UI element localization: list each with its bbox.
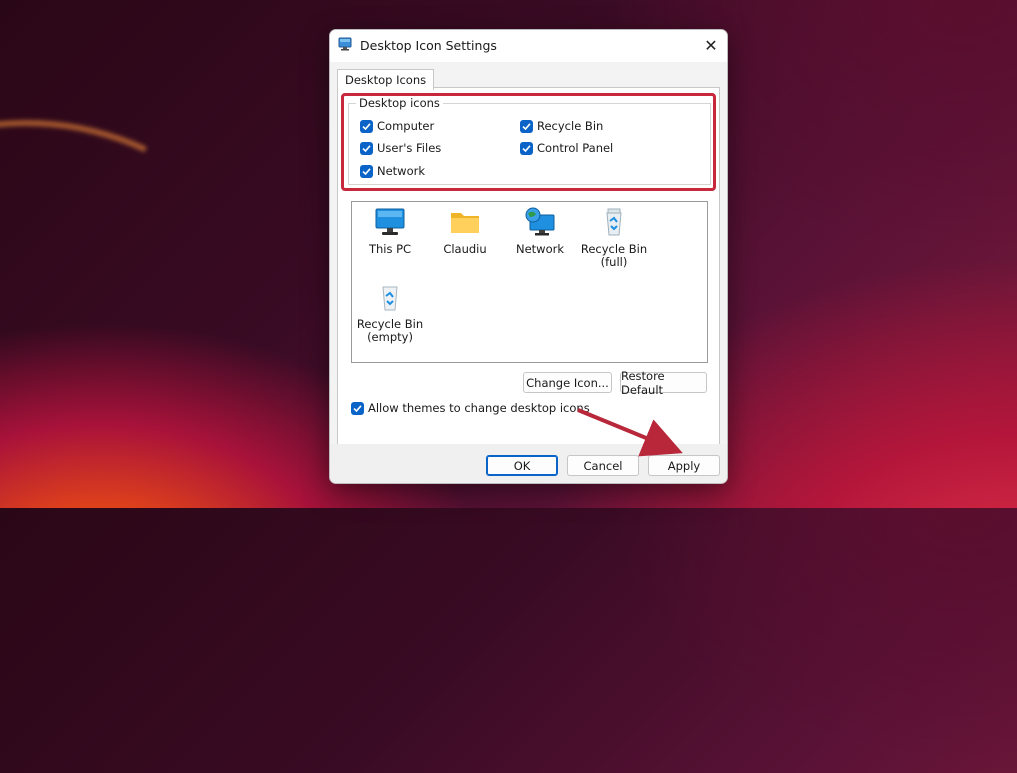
checkbox-label: Network	[377, 164, 426, 178]
icon-list-view[interactable]: This PC Claudiu Network Recycle Bin (ful…	[351, 201, 708, 363]
checkbox-checked-icon	[360, 164, 373, 178]
checkbox-network[interactable]: Network	[360, 164, 425, 178]
close-icon: ✕	[704, 35, 718, 55]
change-icon-button[interactable]: Change Icon...	[523, 372, 612, 393]
checkbox-checked-icon	[520, 141, 533, 155]
checkbox-computer[interactable]: Computer	[360, 119, 434, 133]
checkbox-label: User's Files	[377, 141, 442, 155]
desktop-settings-icon	[338, 37, 352, 51]
desktop-icon-settings-dialog: Desktop Icon Settings ✕ Desktop Icons De…	[329, 29, 728, 484]
window-title: Desktop Icon Settings	[360, 38, 497, 53]
title-bar[interactable]: Desktop Icon Settings ✕	[330, 30, 727, 62]
checkbox-checked-icon	[360, 119, 373, 133]
tab-panel: Desktop icons Computer Recycle Bin User'…	[337, 87, 720, 446]
tab-desktop-icons[interactable]: Desktop Icons	[337, 69, 435, 90]
cancel-button[interactable]: Cancel	[567, 455, 639, 476]
monitor-icon	[375, 208, 405, 235]
apply-button[interactable]: Apply	[648, 455, 720, 476]
recycle-bin-full-icon	[606, 208, 622, 236]
network-globe-icon	[525, 207, 555, 236]
icon-item-claudiu[interactable]: Claudiu	[428, 207, 502, 256]
checkbox-users-files[interactable]: User's Files	[360, 141, 441, 155]
group-legend: Desktop icons	[356, 96, 443, 110]
checkbox-recycle-bin[interactable]: Recycle Bin	[520, 119, 603, 133]
icon-item-recycle-bin-empty[interactable]: Recycle Bin (empty)	[353, 282, 427, 344]
icon-item-recycle-bin-full[interactable]: Recycle Bin (full)	[577, 207, 651, 269]
checkbox-allow-themes[interactable]: Allow themes to change desktop icons	[351, 401, 590, 415]
desktop-icons-group: Desktop icons Computer Recycle Bin User'…	[348, 96, 711, 185]
checkbox-checked-icon	[360, 141, 373, 155]
tab-strip: Desktop Icons	[330, 62, 727, 90]
folder-icon	[451, 213, 479, 233]
recycle-bin-empty-icon	[382, 286, 398, 311]
icon-label: Claudiu	[443, 242, 487, 256]
checkbox-label: Recycle Bin	[537, 119, 604, 133]
dialog-footer: OK Cancel Apply	[330, 444, 727, 483]
icon-item-network[interactable]: Network	[503, 207, 577, 256]
icon-label-line2: (full)	[600, 255, 628, 269]
checkbox-label: Control Panel	[537, 141, 614, 155]
icon-label: This PC	[368, 242, 412, 256]
checkbox-checked-icon	[520, 119, 533, 133]
icon-label: Network	[515, 242, 565, 256]
checkbox-control-panel[interactable]: Control Panel	[520, 141, 613, 155]
checkbox-checked-icon	[351, 401, 364, 415]
checkbox-label: Allow themes to change desktop icons	[368, 401, 590, 415]
close-button[interactable]: ✕	[697, 32, 725, 58]
icon-item-this-pc[interactable]: This PC	[353, 207, 427, 256]
checkbox-label: Computer	[377, 119, 435, 133]
restore-default-button[interactable]: Restore Default	[620, 369, 707, 397]
icon-label-line2: (empty)	[367, 330, 413, 344]
ok-button[interactable]: OK	[486, 455, 558, 476]
